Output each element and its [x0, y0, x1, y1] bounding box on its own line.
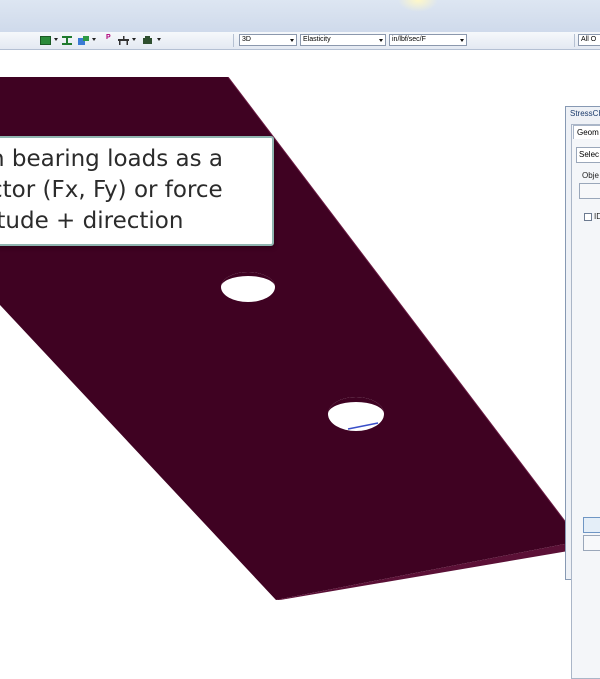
layer-icon[interactable] [40, 36, 51, 45]
selection-dropdown[interactable]: Selec [576, 147, 600, 163]
stress-check-dialog: StressCh Geom Selec Obje ID [565, 106, 600, 679]
chevron-down-icon[interactable] [92, 38, 96, 41]
tab-geometry[interactable]: Geom [573, 125, 600, 139]
cancel-button[interactable] [583, 535, 600, 551]
toolbar-separator [233, 34, 234, 47]
callout-line-1: n bearing loads as a [0, 146, 223, 172]
property-icon[interactable]: P [106, 34, 112, 43]
view-mode-select[interactable]: 3D [239, 34, 297, 46]
chevron-down-icon[interactable] [132, 38, 136, 41]
toolbar: P 3D Elasticity in/lbf/sec/F All O [0, 32, 600, 50]
title-bar [0, 0, 600, 33]
dialog-title: StressCh [570, 109, 600, 118]
result-type-value: Elasticity [303, 36, 331, 43]
tutorial-callout: n bearing loads as a ctor (Fx, Fy) or fo… [0, 136, 274, 246]
toolbar-separator [574, 34, 575, 47]
id-checkbox[interactable] [584, 213, 592, 221]
load-icon[interactable] [142, 36, 153, 45]
component-icon[interactable] [78, 36, 89, 45]
beam-icon[interactable] [62, 36, 72, 45]
result-type-select[interactable]: Elasticity [300, 34, 386, 46]
filter-value: All O [581, 36, 597, 43]
objects-label: Obje [582, 171, 599, 180]
canvas-header [0, 50, 600, 76]
callout-line-2: ctor (Fx, Fy) or force [0, 177, 223, 203]
chevron-down-icon[interactable] [157, 38, 161, 41]
units-value: in/lbf/sec/F [392, 36, 426, 43]
dialog-panel [571, 124, 600, 679]
objects-button[interactable] [579, 183, 600, 199]
units-select[interactable]: in/lbf/sec/F [389, 34, 467, 46]
view-mode-value: 3D [242, 36, 251, 43]
constraint-icon[interactable] [118, 36, 129, 45]
filter-select[interactable]: All O [578, 34, 600, 46]
callout-line-3: itude + direction [0, 208, 184, 234]
selection-dropdown-value: Selec [579, 150, 600, 159]
id-checkbox-label: ID [594, 212, 600, 221]
chevron-down-icon[interactable] [54, 38, 58, 41]
cursor-highlight [398, 0, 438, 12]
ok-button[interactable] [583, 517, 600, 533]
